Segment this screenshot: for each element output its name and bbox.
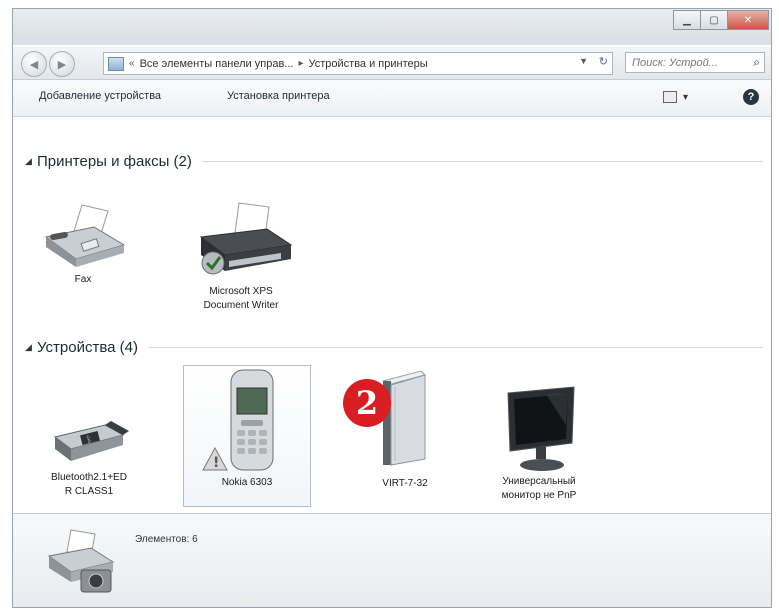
explorer-window: ▁ ▢ ✕ ◀ ▶ « Все элементы панели управ...… xyxy=(12,8,772,608)
forward-button[interactable]: ▶ xyxy=(49,51,75,77)
breadcrumb-control-panel[interactable]: Все элементы панели управ... xyxy=(140,58,294,70)
item-count: Элементов: 6 xyxy=(135,534,198,545)
group-label: Устройства (4) xyxy=(37,338,138,356)
item-label: VIRT-7-32 xyxy=(382,478,428,489)
title-bar: ▁ ▢ ✕ xyxy=(13,9,771,45)
back-arrow-icon: ◀ xyxy=(29,58,39,71)
bluetooth-adapter-icon: ᛒ xyxy=(53,421,129,461)
svg-text:!: ! xyxy=(213,455,219,471)
group-header-printers[interactable]: ◢ Принтеры и факсы (2) xyxy=(25,151,763,171)
device-item-monitor[interactable]: Универсальный монитор не PnP xyxy=(479,385,599,503)
mobile-phone-icon: ! xyxy=(202,369,274,471)
device-item-nokia[interactable]: ! Nokia 6303 xyxy=(183,365,311,507)
breadcrumb-overflow[interactable]: « xyxy=(129,58,135,69)
add-device-button[interactable]: Добавление устройства xyxy=(39,90,161,102)
maximize-button[interactable]: ▢ xyxy=(700,10,728,30)
search-input[interactable]: Поиск: Устрой... ⌕ xyxy=(625,52,765,73)
control-panel-icon xyxy=(108,56,124,71)
add-printer-button[interactable]: Установка принтера xyxy=(227,90,330,102)
close-button[interactable]: ✕ xyxy=(727,10,769,30)
printer-item-fax[interactable]: Fax xyxy=(37,201,129,287)
devices-and-printers-icon xyxy=(47,529,115,593)
view-icon xyxy=(663,91,677,103)
details-pane: Элементов: 6 xyxy=(13,513,771,607)
window-controls: ▁ ▢ ✕ xyxy=(673,10,769,30)
breadcrumb-separator[interactable]: ▸ xyxy=(298,58,303,69)
address-dropdown-icon[interactable]: ▼ xyxy=(579,56,588,66)
fax-icon xyxy=(44,204,126,267)
command-bar: Добавление устройства Установка принтера… xyxy=(13,80,771,117)
divider xyxy=(147,346,763,348)
item-label: Bluetooth2.1+ED R CLASS1 xyxy=(51,472,127,497)
divider xyxy=(201,160,763,162)
change-view-button[interactable]: ▾ xyxy=(663,89,693,105)
chevron-down-icon: ▾ xyxy=(683,91,689,103)
item-label: Универсальный монитор не PnP xyxy=(501,476,577,501)
annotation-number-badge: 2 xyxy=(343,379,391,427)
item-label: Fax xyxy=(74,274,92,285)
device-item-bluetooth[interactable]: ᛒ Bluetooth2.1+ED R CLASS1 xyxy=(37,407,141,499)
forward-arrow-icon: ▶ xyxy=(57,58,67,71)
group-header-devices[interactable]: ◢ Устройства (4) xyxy=(25,337,763,357)
printer-icon xyxy=(199,202,293,275)
monitor-icon xyxy=(507,386,575,471)
navigation-bar: ◀ ▶ « Все элементы панели управ... ▸ Уст… xyxy=(13,47,771,80)
minimize-button[interactable]: ▁ xyxy=(673,10,701,30)
devices-content: ◢ Принтеры и факсы (2) Fax Microsoft XPS… xyxy=(13,117,771,513)
printer-item-xps[interactable]: Microsoft XPS Document Writer xyxy=(179,201,303,313)
help-button[interactable]: ? xyxy=(743,89,759,105)
help-icon: ? xyxy=(747,91,755,103)
refresh-icon[interactable]: ↻ xyxy=(599,55,608,68)
search-icon[interactable]: ⌕ xyxy=(753,55,760,70)
item-label: Microsoft XPS Document Writer xyxy=(203,286,279,311)
group-label: Принтеры и факсы (2) xyxy=(37,152,192,170)
breadcrumb-devices-printers[interactable]: Устройства и принтеры xyxy=(309,58,428,70)
address-bar[interactable]: « Все элементы панели управ... ▸ Устройс… xyxy=(103,52,613,75)
search-placeholder: Поиск: Устрой... xyxy=(632,56,718,69)
collapse-triangle-icon[interactable]: ◢ xyxy=(25,156,37,167)
back-button[interactable]: ◀ xyxy=(21,51,47,77)
collapse-triangle-icon[interactable]: ◢ xyxy=(25,342,37,353)
item-label: Nokia 6303 xyxy=(221,477,273,488)
